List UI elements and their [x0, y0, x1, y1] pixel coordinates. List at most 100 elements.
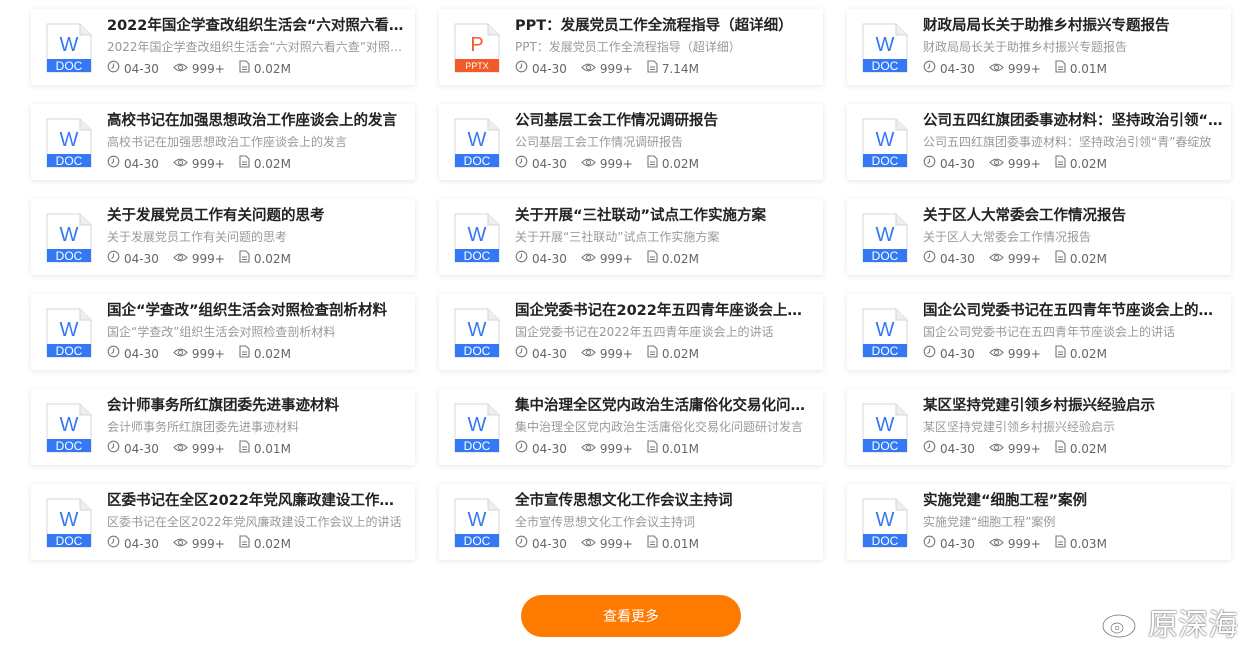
doc-info: 关于开展“三社联动”试点工作实施方案 关于开展“三社联动”试点工作实施方案 04-3…	[515, 205, 815, 269]
doc-card[interactable]: W DOC 关于区人大常委会工作情况报告 关于区人大常委会工作情况报告 04-30 999…	[847, 199, 1231, 275]
size-item: 0.03M	[1055, 534, 1107, 554]
doc-card[interactable]: W DOC 会计师事务所红旗团委先进事迹材料 会计师事务所红旗团委先进事迹材料 04-3…	[31, 389, 415, 465]
clock-icon	[107, 154, 124, 174]
doc-card[interactable]: W DOC 财政局局长关于助推乡村振兴专题报告 财政局局长关于助推乡村振兴专题报告 04…	[847, 9, 1231, 85]
doc-title[interactable]: 某区坚持党建引领乡村振兴经验启示	[923, 395, 1223, 417]
doc-date: 04-30	[532, 157, 567, 171]
doc-views: 999+	[191, 252, 225, 266]
doc-card[interactable]: W DOC 高校书记在加强思想政治工作座谈会上的发言 高校书记在加强思想政治工作座谈会…	[31, 104, 415, 180]
svg-text:DOC: DOC	[872, 59, 899, 73]
doc-info: 财政局局长关于助推乡村振兴专题报告 财政局局长关于助推乡村振兴专题报告 04-30 9…	[923, 15, 1223, 79]
date-item: 04-30	[107, 154, 159, 174]
doc-card[interactable]: W DOC 实施党建“细胞工程”案例 实施党建“细胞工程”案例 04-30 999+ 0.0…	[847, 484, 1231, 560]
eye-icon	[581, 59, 600, 79]
doc-size: 0.02M	[1069, 442, 1107, 456]
doc-title[interactable]: 公司基层工会工作情况调研报告	[515, 110, 815, 132]
size-item: 0.02M	[647, 344, 699, 364]
svg-text:DOC: DOC	[56, 154, 83, 168]
doc-info: 某区坚持党建引领乡村振兴经验启示 某区坚持党建引领乡村振兴经验启示 04-30 999…	[923, 395, 1223, 459]
doc-date: 04-30	[532, 62, 567, 76]
doc-card[interactable]: W DOC 国企公司党委书记在五四青年节座谈会上的讲话 国企公司党委书记在五四青年节座…	[847, 294, 1231, 370]
file-size-icon	[1055, 249, 1070, 269]
eye-icon	[581, 439, 600, 459]
doc-size: 0.01M	[661, 442, 699, 456]
doc-title[interactable]: 国企党委书记在2022年五四青年座谈会上的讲话	[515, 300, 815, 322]
doc-views: 999+	[1007, 252, 1041, 266]
doc-info: 全市宣传思想文化工作会议主持词 全市宣传思想文化工作会议主持词 04-30 999+ 0…	[515, 490, 815, 554]
doc-title[interactable]: 关于开展“三社联动”试点工作实施方案	[515, 205, 815, 227]
doc-card[interactable]: WDOC集中治理全区党内政治生活庸俗化交易化问题研讨发言集中治理全区党内政治生活…	[439, 389, 823, 465]
doc-title[interactable]: 实施党建“细胞工程”案例	[923, 490, 1223, 512]
doc-card[interactable]: W DOC 全市宣传思想文化工作会议主持词 全市宣传思想文化工作会议主持词 04-30 9…	[439, 484, 823, 560]
date-item: 04-30	[107, 534, 159, 554]
doc-card[interactable]: WDOC公司五四红旗团委事迹材料：坚持政治引领“青”春绽放公司五四红旗团委事迹材…	[847, 104, 1231, 180]
file-size-icon	[1055, 59, 1070, 79]
doc-title[interactable]: 集中治理全区党内政治生活庸俗化交易化问题研讨发言	[515, 395, 815, 417]
svg-text:DOC: DOC	[464, 344, 491, 358]
doc-title[interactable]: 2022年国企学查改组织生活会“六对照六看六查”对照检查材料	[107, 15, 407, 37]
doc-card[interactable]: W DOC 关于开展“三社联动”试点工作实施方案 关于开展“三社联动”试点工作实施方案…	[439, 199, 823, 275]
eye-icon	[173, 59, 192, 79]
doc-size: 0.02M	[1069, 157, 1107, 171]
doc-card[interactable]: W DOC 关于发展党员工作有关问题的思考 关于发展党员工作有关问题的思考 04-30 9…	[31, 199, 415, 275]
doc-size: 0.02M	[661, 347, 699, 361]
svg-text:DOC: DOC	[872, 154, 899, 168]
doc-date: 04-30	[532, 347, 567, 361]
svg-text:W: W	[876, 319, 895, 341]
doc-size: 0.02M	[253, 252, 291, 266]
date-item: 04-30	[515, 249, 567, 269]
doc-info: 高校书记在加强思想政治工作座谈会上的发言 高校书记在加强思想政治工作座谈会上的发言…	[107, 110, 407, 174]
doc-card[interactable]: WDOC2022年国企学查改组织生活会“六对照六看六查”对照检查材料2022年国…	[31, 9, 415, 85]
doc-meta: 04-30 999+ 0.02M	[515, 249, 815, 269]
doc-meta: 04-30 999+ 0.02M	[923, 249, 1223, 269]
doc-card[interactable]: W DOC 某区坚持党建引领乡村振兴经验启示 某区坚持党建引领乡村振兴经验启示 04-3…	[847, 389, 1231, 465]
view-more-button[interactable]: 查看更多	[521, 595, 741, 637]
svg-text:PPTX: PPTX	[465, 61, 489, 71]
doc-card[interactable]: W DOC 国企党委书记在2022年五四青年座谈会上的讲话 国企党委书记在2022年五…	[439, 294, 823, 370]
doc-meta: 04-30 999+ 0.02M	[515, 344, 815, 364]
doc-views: 999+	[599, 157, 633, 171]
word-doc-icon: W DOC	[46, 498, 92, 548]
doc-views: 999+	[1007, 347, 1041, 361]
date-item: 04-30	[923, 534, 975, 554]
eye-icon	[989, 249, 1008, 269]
doc-date: 04-30	[940, 537, 975, 551]
doc-size: 0.02M	[661, 157, 699, 171]
doc-title[interactable]: PPT：发展党员工作全流程指导（超详细）	[515, 15, 815, 37]
doc-card[interactable]: W DOC 国企“学查改”组织生活会对照检查剖析材料 国企“学查改”组织生活会对照检查…	[31, 294, 415, 370]
doc-info: 会计师事务所红旗团委先进事迹材料 会计师事务所红旗团委先进事迹材料 04-30 999…	[107, 395, 407, 459]
doc-title[interactable]: 会计师事务所红旗团委先进事迹材料	[107, 395, 407, 417]
eye-icon	[581, 344, 600, 364]
doc-title[interactable]: 财政局局长关于助推乡村振兴专题报告	[923, 15, 1223, 37]
word-doc-icon: W DOC	[862, 23, 908, 73]
doc-card[interactable]: W DOC 公司基层工会工作情况调研报告 公司基层工会工作情况调研报告 04-30 999…	[439, 104, 823, 180]
svg-text:W: W	[60, 509, 79, 531]
doc-info: 关于区人大常委会工作情况报告 关于区人大常委会工作情况报告 04-30 999+ 0.0…	[923, 205, 1223, 269]
views-item: 999+	[173, 154, 225, 174]
doc-views: 999+	[1007, 157, 1041, 171]
file-size-icon	[1055, 154, 1070, 174]
doc-title[interactable]: 全市宣传思想文化工作会议主持词	[515, 490, 815, 512]
views-item: 999+	[173, 344, 225, 364]
doc-title[interactable]: 国企“学查改”组织生活会对照检查剖析材料	[107, 300, 407, 322]
doc-title[interactable]: 区委书记在全区2022年党风廉政建设工作会议上的讲话	[107, 490, 407, 512]
svg-text:DOC: DOC	[464, 154, 491, 168]
views-item: 999+	[989, 249, 1041, 269]
doc-card[interactable]: WDOC 区委书记在全区2022年党风廉政建设工作会议上的讲话区委书记在全区202…	[31, 484, 415, 560]
doc-title[interactable]: 关于发展党员工作有关问题的思考	[107, 205, 407, 227]
views-item: 999+	[989, 344, 1041, 364]
doc-title[interactable]: 公司五四红旗团委事迹材料：坚持政治引领“青”春绽放	[923, 110, 1223, 132]
doc-title[interactable]: 国企公司党委书记在五四青年节座谈会上的讲话	[923, 300, 1223, 322]
word-doc-icon: W DOC	[862, 308, 908, 358]
word-doc-icon: W DOC	[862, 118, 908, 168]
eye-icon	[989, 534, 1008, 554]
doc-description: 高校书记在加强思想政治工作座谈会上的发言	[107, 135, 348, 149]
doc-title[interactable]: 关于区人大常委会工作情况报告	[923, 205, 1223, 227]
doc-description: 国企党委书记在2022年五四青年座谈会上的讲话	[515, 325, 774, 339]
doc-title[interactable]: 高校书记在加强思想政治工作座谈会上的发言	[107, 110, 407, 132]
doc-card[interactable]: P PPTX PPT：发展党员工作全流程指导（超详细） PPT：发展党员工作全流程指导…	[439, 9, 823, 85]
doc-date: 04-30	[532, 252, 567, 266]
doc-info: 区委书记在全区2022年党风廉政建设工作会议上的讲话区委书记在全区2022年党风…	[107, 490, 407, 554]
doc-size: 0.01M	[253, 442, 291, 456]
clock-icon	[515, 344, 532, 364]
